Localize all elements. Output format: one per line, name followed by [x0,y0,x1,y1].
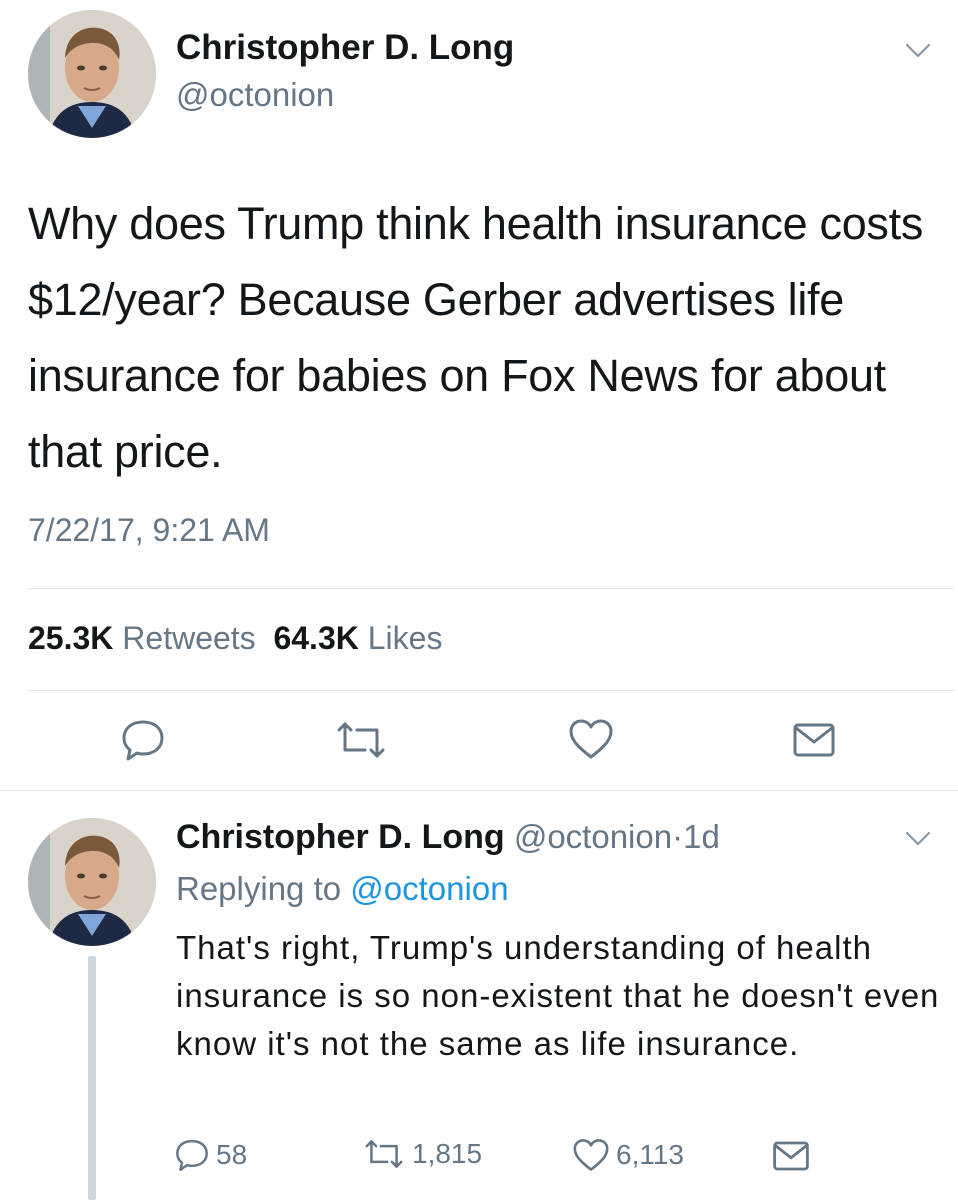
reply-icon[interactable] [120,718,166,762]
direct-message-icon[interactable] [792,722,836,758]
divider [0,790,958,791]
reply-action[interactable]: 58 [174,1138,247,1172]
chevron-down-icon[interactable] [902,34,934,66]
reply-header: Christopher D. Long @octonion·1d [176,818,720,857]
retweet-icon[interactable] [362,1138,406,1170]
separator-dot: · [672,818,684,855]
retweets-label[interactable]: Retweets [122,620,255,656]
author-name[interactable]: Christopher D. Long [176,28,514,68]
like-icon[interactable] [572,1138,610,1172]
direct-message-icon[interactable] [772,1140,810,1172]
tweet-timestamp: 7/22/17, 9:21 AM [28,512,270,548]
retweet-action[interactable]: 1,815 [362,1138,482,1170]
replying-label: Replying to [176,870,342,907]
avatar-portrait [28,818,156,946]
likes-count[interactable]: 64.3K [273,620,358,656]
author-avatar[interactable] [28,10,156,138]
retweets-count[interactable]: 25.3K [28,620,113,656]
reply-author-avatar[interactable] [28,818,156,946]
chevron-down-icon[interactable] [902,822,934,854]
reply-icon[interactable] [174,1138,210,1172]
like-action[interactable]: 6,113 [572,1138,684,1172]
replying-to-handle[interactable]: @octonion [350,870,508,907]
avatar-portrait [28,10,156,138]
reply-age: 1d [683,818,720,855]
divider [28,690,954,691]
likes-label[interactable]: Likes [368,620,443,656]
author-handle[interactable]: @octonion [176,76,334,114]
tweet-stats: 25.3K Retweets 64.3K Likes [28,620,442,657]
reply-text: That's right, Trump's understanding of h… [176,929,940,1062]
retweet-icon[interactable] [333,720,389,760]
thread-line [88,956,96,1200]
reply-author-handle[interactable]: @octonion [514,818,672,855]
tweet-text: Why does Trump think health insurance co… [28,198,924,477]
retweet-count: 1,815 [412,1138,483,1169]
replying-to: Replying to @octonion [176,870,509,908]
like-icon[interactable] [568,718,614,760]
reply-author-name[interactable]: Christopher D. Long [176,818,505,856]
reply-count: 58 [216,1139,248,1170]
like-count: 6,113 [616,1139,684,1170]
divider [28,588,954,589]
